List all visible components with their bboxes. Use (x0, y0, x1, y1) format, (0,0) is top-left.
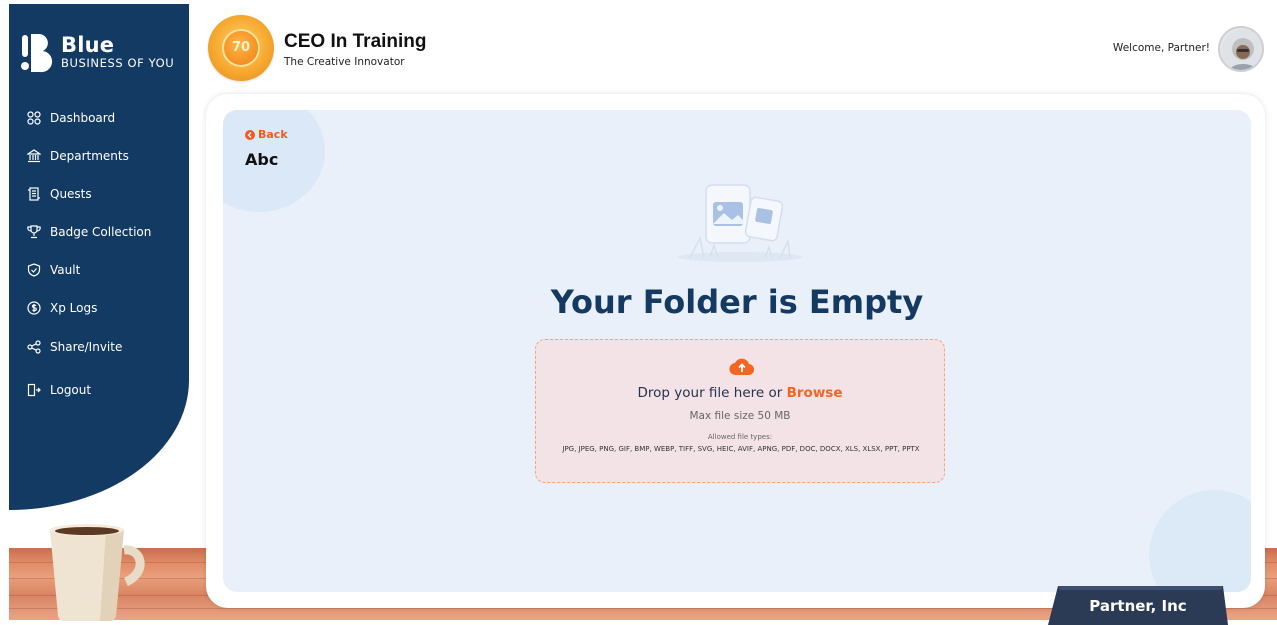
app-root: Blue BUSINESS OF YOU Dashboard Departmen… (0, 0, 1277, 625)
level-medal: 70 (208, 15, 274, 81)
sidebar-item-vault[interactable]: Vault (27, 260, 80, 280)
grid-icon (27, 111, 41, 125)
sidebar-item-quests[interactable]: Quests (27, 184, 92, 204)
arrow-left-icon (245, 129, 255, 140)
avatar-portrait-icon (1221, 29, 1262, 70)
brand-logo[interactable]: Blue BUSINESS OF YOU (21, 32, 175, 73)
folder-name: Abc (245, 150, 279, 169)
scroll-icon (27, 187, 41, 201)
back-button[interactable]: Back (245, 128, 288, 141)
max-file-size: Max file size 50 MB (689, 410, 791, 422)
sidebar-item-label: Share/Invite (50, 340, 123, 354)
empty-folder-title: Your Folder is Empty (550, 283, 924, 321)
sidebar-item-label: Badge Collection (50, 225, 152, 239)
sidebar-item-badge-collection[interactable]: Badge Collection (27, 222, 151, 242)
allowed-types-label: Allowed file types: (707, 433, 773, 441)
sidebar-item-label: Xp Logs (50, 301, 98, 315)
logout-icon (27, 383, 41, 397)
avatar[interactable] (1218, 26, 1264, 72)
sidebar-item-label: Departments (50, 149, 129, 163)
logo-mark-icon (21, 32, 53, 73)
nameplate-label: Partner, Inc (1089, 597, 1187, 615)
rank-subtitle: The Creative Innovator (284, 56, 405, 68)
level-number: 70 (231, 40, 251, 55)
coffee-cup-icon (40, 518, 150, 625)
sidebar-item-logout[interactable]: Logout (27, 380, 91, 400)
drop-text: Drop your file here or (637, 385, 783, 401)
back-label: Back (258, 128, 288, 141)
trophy-icon (27, 225, 41, 239)
sidebar-item-label: Quests (50, 187, 92, 201)
brand-title: Blue (61, 32, 115, 57)
sidebar: Blue BUSINESS OF YOU Dashboard Departmen… (9, 4, 189, 510)
sidebar-item-label: Vault (50, 263, 81, 277)
sidebar-item-label: Logout (50, 383, 92, 397)
allowed-types-list: JPG, JPEG, PNG, GIF, BMP, WEBP, TIFF, SV… (562, 445, 920, 453)
file-dropzone[interactable]: Drop your file here or Browse Max file s… (535, 339, 945, 483)
sidebar-item-departments[interactable]: Departments (27, 146, 129, 166)
rank-title: CEO In Training (284, 31, 427, 52)
shield-icon (27, 263, 41, 277)
sidebar-item-dashboard[interactable]: Dashboard (27, 108, 115, 128)
sidebar-item-xp-logs[interactable]: Xp Logs (27, 298, 97, 318)
empty-folder-illustration-icon (670, 183, 810, 263)
decorative-circle (1149, 490, 1251, 592)
browse-link[interactable]: Browse (787, 385, 843, 401)
dollar-coin-icon (27, 301, 41, 315)
bank-icon (27, 149, 41, 163)
sidebar-item-share-invite[interactable]: Share/Invite (27, 337, 122, 357)
share-icon (27, 340, 41, 354)
brand-subtitle: BUSINESS OF YOU (61, 55, 175, 70)
sidebar-item-label: Dashboard (50, 111, 116, 125)
welcome-text: Welcome, Partner! (1112, 42, 1210, 54)
cloud-upload-icon (729, 357, 755, 377)
drop-instruction: Drop your file here or Browse (536, 385, 944, 401)
